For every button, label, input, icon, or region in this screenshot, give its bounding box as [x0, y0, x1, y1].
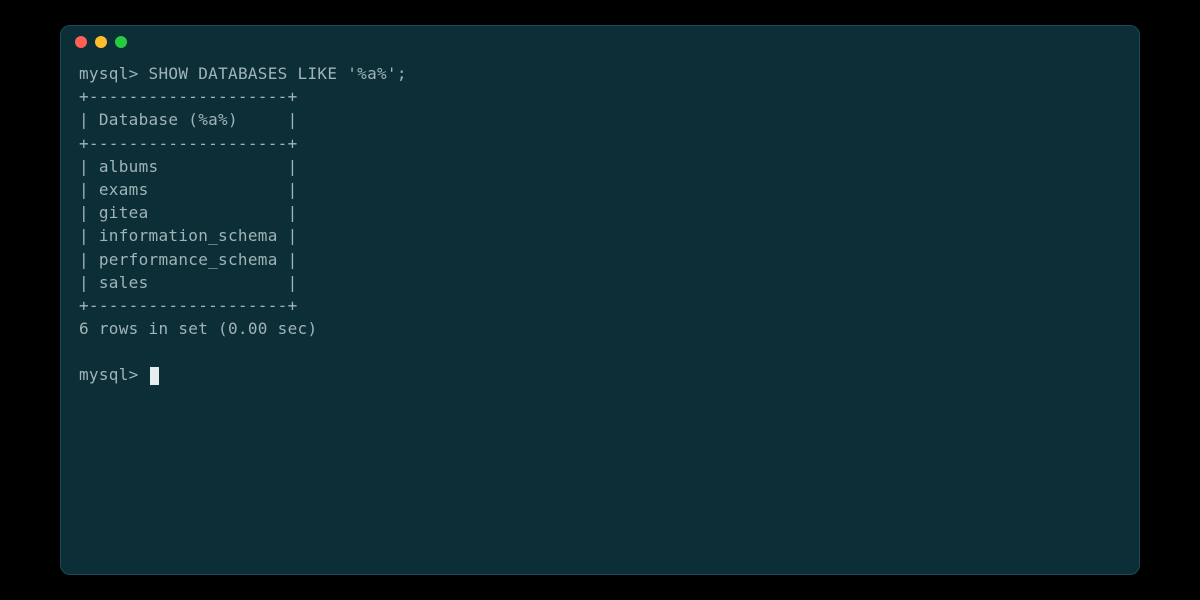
table-row: | exams |: [79, 180, 298, 199]
command-text: SHOW DATABASES LIKE '%a%';: [149, 64, 407, 83]
table-border-top: +--------------------+: [79, 87, 298, 106]
terminal-body[interactable]: mysql> SHOW DATABASES LIKE '%a%'; +-----…: [61, 58, 1139, 574]
cursor: [150, 367, 159, 385]
prompt: mysql>: [79, 365, 149, 384]
terminal-window: mysql> SHOW DATABASES LIKE '%a%'; +-----…: [60, 25, 1140, 575]
table-row: | gitea |: [79, 203, 298, 222]
result-summary: 6 rows in set (0.00 sec): [79, 319, 317, 338]
table-border-bottom: +--------------------+: [79, 296, 298, 315]
prompt: mysql>: [79, 64, 139, 83]
table-row: | performance_schema |: [79, 250, 298, 269]
maximize-icon[interactable]: [115, 36, 127, 48]
table-row: | albums |: [79, 157, 298, 176]
close-icon[interactable]: [75, 36, 87, 48]
table-row: | information_schema |: [79, 226, 298, 245]
minimize-icon[interactable]: [95, 36, 107, 48]
table-row: | sales |: [79, 273, 298, 292]
table-header: | Database (%a%) |: [79, 110, 298, 129]
title-bar: [61, 26, 1139, 58]
table-border-mid: +--------------------+: [79, 134, 298, 153]
